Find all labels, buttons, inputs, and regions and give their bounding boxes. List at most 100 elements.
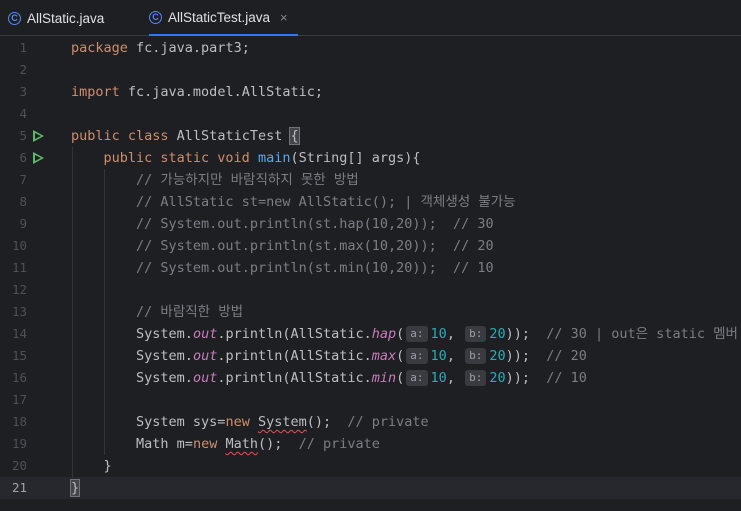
code-line[interactable]: 18 System sys=new System(); // private [0,411,741,433]
code-text[interactable]: // AllStatic st=new AllStatic(); | 객체생성 … [136,191,516,213]
code-text[interactable]: package fc.java.part3; [71,37,250,59]
line-number[interactable]: 5 [0,125,27,147]
code-text: Math m= [136,436,193,452]
code-text: )); [505,348,547,364]
line-number[interactable]: 14 [0,323,27,345]
code-text: (String[] args){ [290,150,421,166]
static-reference: out [192,370,218,386]
code-line[interactable]: 6 public static void main(String[] args){ [0,147,741,169]
code-text[interactable]: Math m=new Math(); // private [136,433,380,455]
code-editor[interactable]: C AllStatic.java C AllStaticTest.java × … [0,0,741,511]
tab-allstatic-java[interactable]: C AllStatic.java [8,0,104,36]
code-line[interactable]: 13 // 바람직한 방법 [0,301,741,323]
line-number[interactable]: 15 [0,345,27,367]
code-line[interactable]: 3 import fc.java.model.AllStatic; [0,81,741,103]
comment: // 바람직한 방법 [136,304,244,320]
line-number[interactable]: 1 [0,37,27,59]
code-text[interactable]: System.out.println(AllStatic.min(a: 10, b… [136,367,587,389]
keyword: import [71,84,120,100]
parameter-hint: b: [465,348,487,364]
matched-brace: } [69,479,81,497]
line-number[interactable]: 6 [0,147,27,169]
code-text[interactable]: System sys=new System(); // private [136,411,429,433]
close-tab-icon[interactable]: × [280,10,288,25]
line-number[interactable]: 2 [0,59,27,81]
line-number[interactable]: 19 [0,433,27,455]
code-text[interactable]: } [69,477,81,499]
code-text[interactable]: public class AllStaticTest { [71,125,300,147]
code-line[interactable]: 11 // System.out.println(st.min(10,20)); … [0,257,741,279]
code-line[interactable]: 16 System.out.println(AllStatic.min(a: 10,… [0,367,741,389]
code-line[interactable]: 5 public class AllStaticTest { [0,125,741,147]
code-text[interactable]: // 바람직한 방법 [136,301,243,323]
code-line[interactable]: 12 [0,279,741,301]
tab-allstatictest-java[interactable]: C AllStaticTest.java × [149,0,298,36]
code-text: System sys= [136,414,226,430]
code-text: System. [136,348,193,364]
tab-label: AllStaticTest.java [168,9,271,25]
code-text[interactable]: // System.out.println(st.hap(10,20)); //… [136,213,494,235]
code-text[interactable]: public static void main(String[] args){ [104,147,421,169]
line-number[interactable]: 12 [0,279,27,301]
code-line[interactable]: 4 [0,103,741,125]
method-name: main [257,150,291,166]
line-number[interactable]: 17 [0,389,27,411]
static-reference: out [192,348,218,364]
code-text[interactable]: import fc.java.model.AllStatic; [71,81,323,103]
code-line[interactable]: 20} [0,455,741,477]
line-number[interactable]: 21 [0,477,27,499]
comment: // System.out.println(st.min(10,20)); //… [136,260,494,276]
code-text[interactable]: System.out.println(AllStatic.max(a: 10, b… [136,345,587,367]
line-number[interactable]: 16 [0,367,27,389]
keyword: public static void [103,150,250,166]
run-gutter-icon[interactable] [33,130,44,142]
code-line[interactable]: 17 [0,389,741,411]
static-reference: min [371,370,397,386]
code-text[interactable]: // System.out.println(st.max(10,20)); //… [136,235,494,257]
code-line[interactable]: 7 // 가능하지만 바람직하지 못한 방법 [0,169,741,191]
java-class-icon: C [8,11,21,25]
run-gutter-icon[interactable] [33,152,44,164]
code-line[interactable]: 8 // AllStatic st=new AllStatic(); | 객체생성… [0,191,741,213]
code-text: (); [306,414,348,430]
comment: // AllStatic st=new AllStatic(); | 객체생성 … [136,194,516,210]
line-number[interactable]: 9 [0,213,27,235]
code-line[interactable]: 1 package fc.java.part3; [0,37,741,59]
code-line[interactable]: 2 [0,59,741,81]
comment: // private [298,436,380,452]
line-number[interactable]: 18 [0,411,27,433]
parameter-hint: b: [465,326,487,342]
parameter-hint: a: [406,370,428,386]
code-line[interactable]: 19 Math m=new Math(); // private [0,433,741,455]
line-number[interactable]: 13 [0,301,27,323]
keyword: new [225,414,250,430]
code-text: )); [505,326,547,342]
line-number[interactable]: 3 [0,81,27,103]
parameter-hint: a: [406,326,428,342]
comment: // 10 [546,370,587,386]
number-literal: 20 [489,348,506,364]
line-number[interactable]: 7 [0,169,27,191]
line-number[interactable]: 10 [0,235,27,257]
code-text[interactable]: System.out.println(AllStatic.hap(a: 10, b… [136,323,741,345]
tab-label: AllStatic.java [27,10,105,26]
line-number[interactable]: 11 [0,257,27,279]
code-line[interactable]: 10 // System.out.println(st.max(10,20)); … [0,235,741,257]
code-text[interactable]: } [104,455,112,477]
code-text[interactable]: // 가능하지만 바람직하지 못한 방법 [136,169,359,191]
comment: // private [347,414,429,430]
code-text: ( [396,348,405,364]
code-line[interactable]: 15 System.out.println(AllStatic.max(a: 10,… [0,345,741,367]
indent-guide [71,147,73,477]
code-line[interactable]: 21} [0,477,741,499]
code-text[interactable]: // System.out.println(st.min(10,20)); //… [136,257,494,279]
parameter-hint: b: [465,370,487,386]
line-number[interactable]: 4 [0,103,27,125]
line-number[interactable]: 8 [0,191,27,213]
line-number[interactable]: 20 [0,455,27,477]
code-text: System. [136,326,193,342]
code-line[interactable]: 14 System.out.println(AllStatic.hap(a: 10,… [0,323,741,345]
code-line[interactable]: 9 // System.out.println(st.hap(10,20)); /… [0,213,741,235]
error-token: System [257,414,307,430]
